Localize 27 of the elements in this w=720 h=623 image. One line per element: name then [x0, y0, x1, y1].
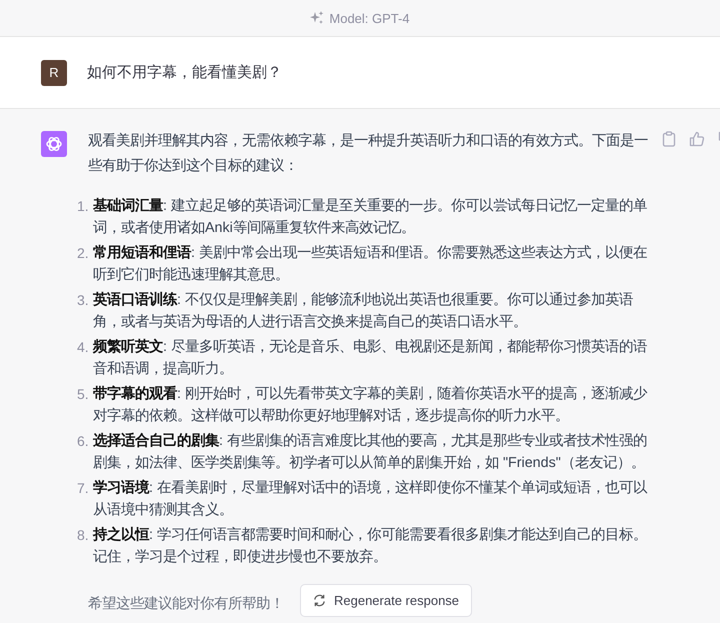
list-item-text: 选择适合自己的剧集: 有些剧集的语言难度比其他的要高，尤其是那些专业或者技术性强的剧集，如法律、医学类剧集等。初学者可以从简单的剧集开始，如 "Friends"（老友记）。	[93, 432, 648, 473]
intro-paragraph: 观看美剧并理解其内容，无需依赖字幕，是一种提升英语听力和口语的有效方式。下面是一些有助于你达到这个目标的建议：	[88, 132, 649, 176]
thumbs-up-icon[interactable]	[689, 131, 705, 147]
list-item-text: 带字幕的观看: 刚开始时，可以先看带英文字幕的美剧，随着你英语水平的提高，逐渐减少对字幕的依赖。这样做可以帮助你更好地理解对话，逐步提高你的听力水平。	[93, 384, 648, 426]
list-number: 3.	[77, 291, 90, 310]
refresh-icon	[313, 594, 326, 607]
list-number: 4.	[77, 338, 90, 357]
assistant-logo-icon	[41, 131, 67, 157]
model-label: Model: GPT-4	[329, 10, 410, 26]
list-number: 2.	[77, 244, 90, 263]
regenerate-button[interactable]: Regenerate response	[300, 584, 472, 617]
list-item-text: 英语口语训练: 不仅仅是理解美剧，能够流利地说出英语也很重要。你可以通过参加英语角，或者与英语为母语的人进行语言交换来提高自己的英语口语水平。	[93, 290, 634, 332]
clipboard-icon[interactable]	[662, 131, 676, 147]
list-item-text: 常用短语和俚语: 美剧中常会出现一些英语短语和俚语。你需要熟悉这些表达方式，以便在听到它们时能迅速理解其意思。	[93, 244, 648, 285]
list-number: 5.	[77, 385, 90, 404]
list-number: 8.	[77, 526, 90, 545]
sparkle-icon	[310, 11, 324, 25]
user-message: 如何不用字幕，能看懂美剧？	[87, 63, 282, 82]
list-item-text: 学习语境: 在看美剧时，尽量理解对话中的语境，这样即使你不懂某个单词或短语，也可以从语境中猜测其含义。	[93, 478, 648, 520]
list-number: 1.	[77, 197, 90, 216]
list-item-text: 频繁听英文: 尽量多听英语，无论是音乐、电影、电视剧还是新闻，都能帮你习惯英语的语音和语调，提高听力。	[93, 338, 648, 379]
list-item-text: 基础词汇量: 建立起足够的英语词汇量是至关重要的一步。你可以尝试每日记忆一定量的单词，或者使用诸如Anki等间隔重复软件来高效记忆。	[93, 196, 648, 238]
list-item-text: 持之以恒: 学习任何语言都需要时间和耐心，你可能需要看很多剧集才能达到自己的目标。记住，学习是个过程，即使进步慢也不要放弃。	[93, 526, 648, 567]
user-avatar: R	[41, 60, 67, 86]
closing-paragraph: 希望这些建议能对你有所帮助！	[88, 594, 284, 613]
list-number: 6.	[77, 432, 90, 451]
list-number: 7.	[77, 479, 90, 498]
